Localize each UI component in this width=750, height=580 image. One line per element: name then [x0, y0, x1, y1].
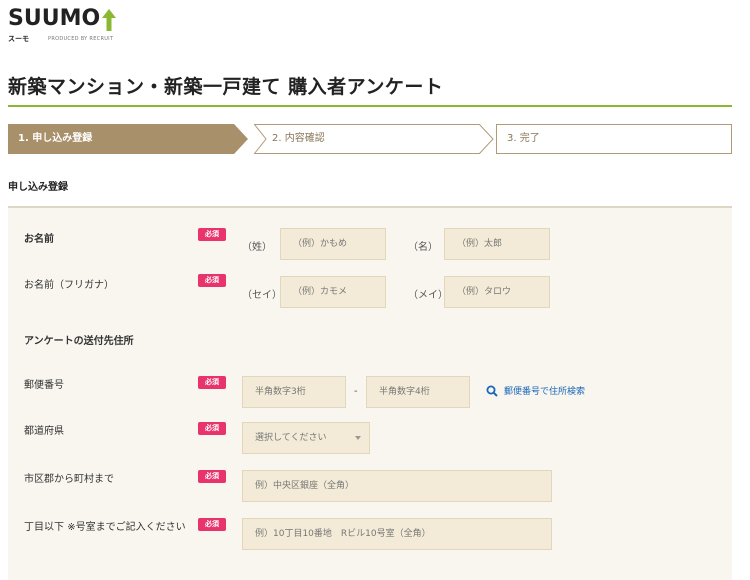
search-icon [486, 385, 498, 397]
title-divider [8, 105, 732, 107]
first-name-input[interactable]: （例）太郎 [444, 228, 550, 260]
required-badge: 必須 [198, 422, 226, 435]
step-apply-label: 1. 申し込み登録 [18, 133, 93, 144]
step-confirm: 2. 内容確認 [254, 124, 494, 154]
prefecture-select[interactable]: 選択してください [242, 422, 370, 454]
postal-search-label: 郵便番号で住所検索 [504, 387, 586, 397]
name-label: お名前 [24, 234, 54, 245]
city-label: 市区郡から町村まで [24, 474, 114, 485]
logo-wordmark: SUUMO [8, 6, 101, 31]
mei-kana-prefix: （メイ） [408, 290, 448, 301]
first-name-kana-input[interactable]: （例）タロウ [444, 276, 550, 308]
street-label-text: 丁目以下 [24, 522, 64, 533]
required-badge: 必須 [198, 518, 226, 531]
street-label: 丁目以下 ※号室までご記入ください [24, 518, 186, 533]
section-label: 申し込み登録 [8, 182, 68, 193]
postal-separator: - [354, 386, 358, 397]
logo-sub: スーモ [8, 35, 29, 43]
postal-first-input[interactable]: 半角数字3桁 [242, 376, 346, 408]
sei-kana-prefix: （セイ） [242, 290, 282, 301]
arrow-up-icon [102, 9, 116, 31]
prefecture-label: 都道府県 [24, 426, 64, 437]
sei-prefix: （姓） [242, 242, 272, 253]
furigana-label: お名前（フリガナ） [24, 280, 114, 291]
progress-steps: 1. 申し込み登録 2. 内容確認 3. 完了 [8, 124, 732, 154]
last-name-kana-input[interactable]: （例）カモメ [280, 276, 386, 308]
step-apply: 1. 申し込み登録 [8, 124, 248, 154]
step-confirm-label: 2. 内容確認 [272, 133, 325, 144]
chevron-down-icon [355, 436, 361, 440]
city-input[interactable]: 例）中央区銀座（全角） [242, 470, 552, 502]
prefecture-selected: 選択してください [255, 433, 327, 443]
mei-prefix: （名） [408, 242, 438, 253]
street-input[interactable]: 例）10丁目10番地 Rビル10号室（全角） [242, 518, 552, 550]
postal-label: 郵便番号 [24, 380, 64, 391]
street-note: ※号室までご記入ください [67, 522, 186, 533]
last-name-input[interactable]: （例）かもめ [280, 228, 386, 260]
form-panel: お名前 必須 （姓） （例）かもめ （名） （例）太郎 お名前（フリガナ） 必須… [8, 206, 732, 580]
required-badge: 必須 [198, 228, 226, 241]
page-title: 新築マンション・新築一戸建て 購入者アンケート [8, 76, 444, 98]
address-heading: アンケートの送付先住所 [24, 336, 134, 347]
postal-search-link[interactable]: 郵便番号で住所検索 [486, 384, 585, 397]
required-badge: 必須 [198, 274, 226, 287]
step-complete-label: 3. 完了 [507, 133, 540, 144]
step-complete: 3. 完了 [496, 124, 732, 154]
suumo-logo[interactable]: SUUMO スーモ PRODUCED BY RECRUIT [8, 6, 128, 50]
logo-produced: PRODUCED BY RECRUIT [48, 36, 114, 42]
required-badge: 必須 [198, 376, 226, 389]
postal-second-input[interactable]: 半角数字4桁 [366, 376, 470, 408]
required-badge: 必須 [198, 470, 226, 483]
